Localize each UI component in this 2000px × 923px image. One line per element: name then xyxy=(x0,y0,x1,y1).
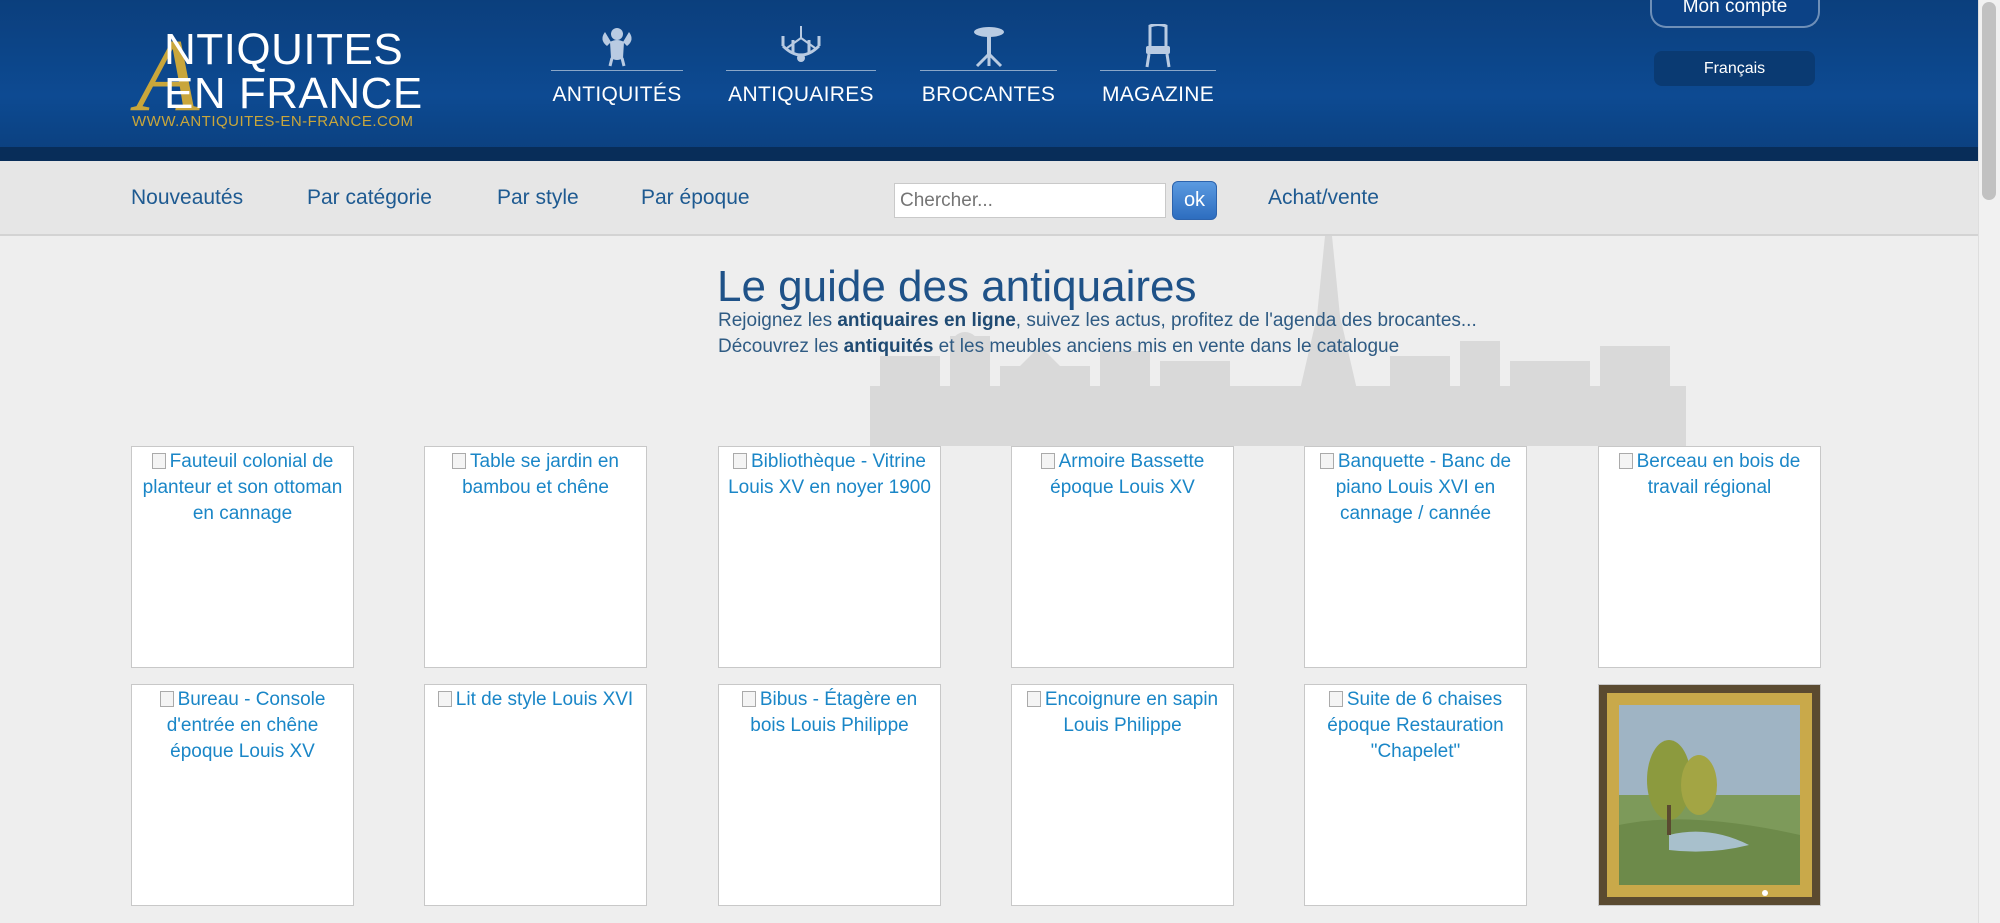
broken-image-icon xyxy=(159,691,174,707)
product-title: Fauteuil colonial de planteur et son ott… xyxy=(142,451,343,524)
scrollbar-thumb[interactable] xyxy=(1982,2,1996,200)
product-image-alt[interactable]: Armoire Bassette époque Louis XV xyxy=(1012,447,1233,501)
subnav-par-style[interactable]: Par style xyxy=(497,186,579,210)
nav-magazine[interactable]: MAGAZINE xyxy=(1100,24,1216,107)
product-card[interactable]: Bibus - Étagère en bois Louis Philippe xyxy=(718,684,941,906)
broken-image-icon xyxy=(733,453,747,469)
intro-emphasis: antiquités xyxy=(843,336,934,357)
product-card[interactable]: Bibliothèque - Vitrine Louis XV en noyer… xyxy=(718,446,941,668)
account-button[interactable]: Mon compte xyxy=(1650,0,1820,28)
nav-antiquaires[interactable]: ANTIQUAIRES xyxy=(726,24,876,107)
intro-line-2: Découvrez les antiquités et les meubles … xyxy=(718,336,1399,358)
product-card[interactable]: Table se jardin en bambou et chêne xyxy=(424,446,647,668)
product-title: Bibliothèque - Vitrine Louis XV en noyer… xyxy=(728,451,931,498)
broken-image-icon xyxy=(452,453,467,469)
language-selector[interactable]: Français xyxy=(1654,51,1815,86)
search-button[interactable]: ok xyxy=(1172,181,1217,220)
subnav-achat-vente[interactable]: Achat/vente xyxy=(1268,186,1379,210)
broken-image-icon xyxy=(151,453,166,469)
nav-antiquites[interactable]: ANTIQUITÉS xyxy=(551,24,683,107)
site-logo[interactable]: A NTIQUITES EN FRANCE WWW.ANTIQUITES-EN-… xyxy=(130,24,435,132)
nav-label: ANTIQUITÉS xyxy=(552,83,682,106)
logo-url: WWW.ANTIQUITES-EN-FRANCE.COM xyxy=(132,113,414,130)
product-image-alt[interactable]: Banquette - Banc de piano Louis XVI en c… xyxy=(1305,447,1526,527)
product-title: Bibus - Étagère en bois Louis Philippe xyxy=(750,689,918,736)
product-image-alt[interactable]: Fauteuil colonial de planteur et son ott… xyxy=(132,447,353,527)
product-title: Armoire Bassette époque Louis XV xyxy=(1050,451,1205,498)
product-image-alt[interactable]: Suite de 6 chaises époque Restauration "… xyxy=(1305,685,1526,765)
nav-label: BROCANTES xyxy=(921,83,1056,106)
intro-text: , suivez les actus, profitez de l'agenda… xyxy=(1015,310,1477,331)
subnav-nouveautes[interactable]: Nouveautés xyxy=(131,186,243,210)
product-card[interactable]: Armoire Bassette époque Louis XV xyxy=(1011,446,1234,668)
intro-text: Découvrez les xyxy=(718,336,844,357)
product-card[interactable]: Encoignure en sapin Louis Philippe xyxy=(1011,684,1234,906)
broken-image-icon xyxy=(1328,691,1343,707)
subnav-par-categorie[interactable]: Par catégorie xyxy=(307,186,432,210)
product-card[interactable]: Lit de style Louis XVI xyxy=(424,684,647,906)
cherub-icon xyxy=(602,28,632,67)
product-card[interactable]: Fauteuil colonial de planteur et son ott… xyxy=(131,446,354,668)
broken-image-icon xyxy=(741,691,756,707)
chandelier-icon xyxy=(781,26,821,62)
broken-image-icon xyxy=(1026,691,1041,707)
product-image-alt[interactable]: Bureau - Console d'entrée en chêne époqu… xyxy=(132,685,353,765)
header-divider xyxy=(0,147,1978,161)
subnav-par-epoque[interactable]: Par époque xyxy=(641,186,750,210)
product-title: Table se jardin en bambou et chêne xyxy=(462,451,619,498)
product-card[interactable]: Banquette - Banc de piano Louis XVI en c… xyxy=(1304,446,1527,668)
product-image-alt[interactable]: Table se jardin en bambou et chêne xyxy=(425,447,646,501)
product-image-alt[interactable]: Berceau en bois de travail régional xyxy=(1599,447,1820,501)
broken-image-icon xyxy=(1618,453,1633,469)
nav-label: ANTIQUAIRES xyxy=(728,83,874,106)
product-title: Suite de 6 chaises époque Restauration "… xyxy=(1327,689,1504,762)
product-title: Lit de style Louis XVI xyxy=(455,689,634,710)
intro-text: Rejoignez les xyxy=(718,310,838,331)
nav-brocantes[interactable]: BROCANTES xyxy=(920,24,1057,107)
broken-image-icon xyxy=(1319,453,1334,469)
product-card-painting[interactable] xyxy=(1598,684,1821,906)
product-image-alt[interactable]: Bibus - Étagère en bois Louis Philippe xyxy=(719,685,940,739)
product-card[interactable]: Suite de 6 chaises époque Restauration "… xyxy=(1304,684,1527,906)
search-input[interactable] xyxy=(894,183,1166,218)
intro-line-1: Rejoignez les antiquaires en ligne, suiv… xyxy=(718,310,1477,332)
intro-emphasis: antiquaires en ligne xyxy=(837,310,1016,331)
product-image-alt[interactable]: Bibliothèque - Vitrine Louis XV en noyer… xyxy=(719,447,940,501)
product-title: Encoignure en sapin Louis Philippe xyxy=(1044,689,1219,736)
intro-text: et les meubles anciens mis en vente dans… xyxy=(933,336,1400,357)
logo-line2: EN FRANCE xyxy=(164,69,423,118)
armchair-icon xyxy=(1145,24,1171,68)
broken-image-icon xyxy=(437,691,452,707)
broken-image-icon xyxy=(1040,453,1055,469)
page-title: Le guide des antiquaires xyxy=(717,262,1197,311)
logo-line1: NTIQUITES xyxy=(164,25,404,74)
nav-label: MAGAZINE xyxy=(1101,83,1215,106)
landscape-painting-image xyxy=(1599,685,1820,905)
product-card[interactable]: Berceau en bois de travail régional xyxy=(1598,446,1821,668)
gueridon-table-icon xyxy=(973,27,1004,68)
product-image-alt[interactable]: Encoignure en sapin Louis Philippe xyxy=(1012,685,1233,739)
product-image-alt[interactable]: Lit de style Louis XVI xyxy=(425,685,646,713)
product-card[interactable]: Bureau - Console d'entrée en chêne époqu… xyxy=(131,684,354,906)
product-title: Banquette - Banc de piano Louis XVI en c… xyxy=(1335,451,1512,524)
product-title: Bureau - Console d'entrée en chêne époqu… xyxy=(166,689,326,762)
product-title: Berceau en bois de travail régional xyxy=(1636,451,1801,498)
